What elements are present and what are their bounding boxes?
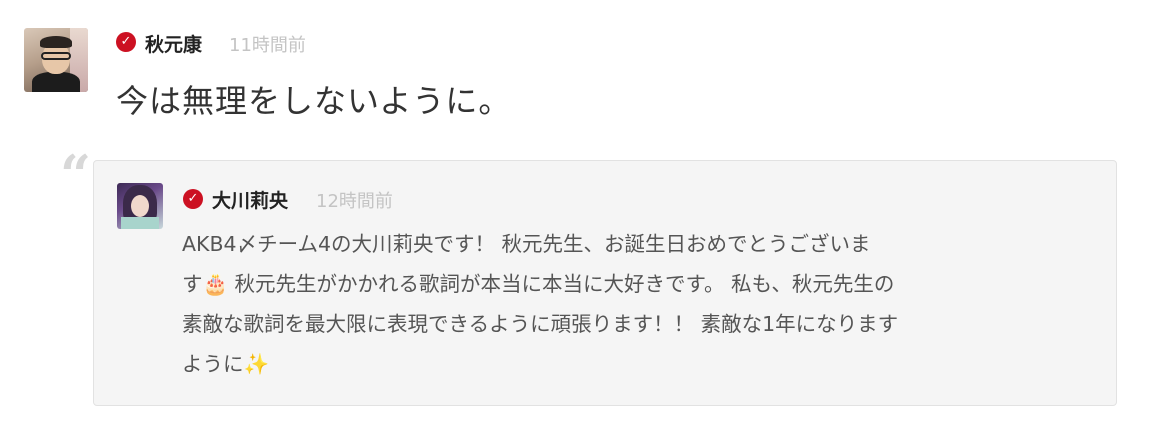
avatar-body	[32, 72, 80, 92]
post-timestamp[interactable]: 11時間前	[229, 31, 306, 57]
post-card: ✓ 秋元康 11時間前 今は無理をしないように。 “ ✓ 大川莉央 12時間前 …	[0, 0, 1156, 432]
avatar-clothing	[121, 217, 159, 229]
verified-check-icon: ✓	[116, 32, 136, 52]
quoted-author-name[interactable]: 大川莉央	[212, 186, 288, 213]
quoted-body-line: 素敵な歌詞を最大限に表現できるように頑張ります！！ 素敵な1年になります	[182, 312, 899, 336]
author-avatar[interactable]	[24, 28, 88, 92]
avatar-hair	[40, 36, 72, 48]
avatar-face	[131, 195, 149, 217]
quoted-body-line: AKB4〆チーム4の大川莉央です！ 秋元先生、お誕生日おめでとうございま	[182, 232, 871, 256]
avatar-glasses	[41, 52, 71, 60]
quoted-body: AKB4〆チーム4の大川莉央です！ 秋元先生、お誕生日おめでとうございま す🎂 …	[182, 224, 1082, 384]
quote-mark-icon: “	[60, 143, 92, 207]
verified-check-icon: ✓	[183, 189, 203, 209]
author-name[interactable]: 秋元康	[145, 30, 202, 57]
quoted-body-line: ように✨	[182, 352, 270, 376]
quoted-timestamp[interactable]: 12時間前	[316, 187, 393, 213]
quoted-body-line: す🎂 秋元先生がかかれる歌詞が本当に本当に大好きです。 私も、秋元先生の	[182, 272, 895, 296]
quoted-author-avatar[interactable]	[117, 183, 163, 229]
post-body: 今は無理をしないように。	[116, 82, 512, 120]
